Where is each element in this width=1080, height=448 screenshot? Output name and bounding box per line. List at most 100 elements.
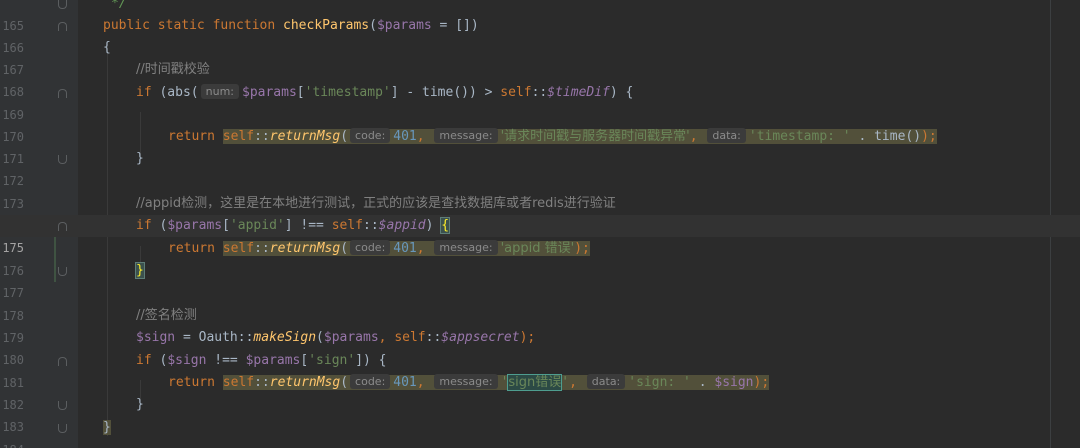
- punct: ::: [254, 129, 270, 144]
- fold-icon[interactable]: [58, 424, 67, 433]
- fold-icon[interactable]: [58, 0, 67, 9]
- string: 'timestamp': [304, 85, 391, 100]
- code-line[interactable]: 173: [0, 171, 1080, 211]
- param-hint: data:: [586, 374, 626, 389]
- code-line[interactable]: 181 if ($sign !== $params['sign']) {: [0, 350, 1080, 390]
- variable: $sign: [714, 375, 754, 390]
- code-line[interactable]: 167 {: [0, 37, 1080, 77]
- fold-icon[interactable]: [58, 357, 67, 366]
- punct: );: [921, 129, 937, 144]
- string: 'sign': [308, 353, 356, 368]
- punct: !==: [206, 353, 246, 368]
- punct: ::: [254, 241, 270, 256]
- self-keyword: self: [331, 218, 364, 233]
- punct: (abs(: [151, 85, 199, 100]
- function-call: time(): [874, 129, 922, 144]
- code-line-current[interactable]: 175 if ($params['appid'] !== self::$appi…: [0, 215, 1080, 260]
- punct: = Oauth::: [175, 330, 254, 345]
- keyword: if: [136, 85, 152, 100]
- fold-icon[interactable]: [58, 222, 67, 231]
- punct: ,: [416, 129, 425, 144]
- punct: [: [296, 85, 305, 100]
- code-line[interactable]: 165 */: [0, 0, 1080, 33]
- param-hint: message:: [434, 240, 498, 255]
- code-line[interactable]: 172 }: [0, 148, 1080, 188]
- fold-icon[interactable]: [58, 155, 67, 164]
- punct: [: [222, 218, 230, 233]
- variable: $params: [242, 85, 297, 100]
- static-property: $appid: [378, 218, 426, 233]
- punct: ::: [531, 85, 548, 100]
- param-hint: message:: [434, 128, 498, 143]
- code-line[interactable]: 180 $sign = Oauth::makeSign($params, sel…: [0, 327, 1080, 367]
- self-keyword: self: [222, 129, 255, 144]
- punct: = []): [431, 18, 479, 33]
- variable: $sign: [136, 330, 176, 345]
- self-keyword: self: [394, 330, 426, 345]
- text-caret: [449, 217, 451, 232]
- fold-icon[interactable]: [58, 401, 67, 410]
- punct: .: [850, 129, 875, 144]
- brace: {: [103, 40, 111, 55]
- string: 'appid': [229, 218, 285, 233]
- self-keyword: self: [222, 241, 255, 256]
- punct: (: [369, 18, 377, 33]
- variable: $params: [167, 218, 223, 233]
- punct: ,: [689, 129, 698, 144]
- comment: //时间戳校验: [136, 62, 210, 77]
- matched-brace: {: [440, 217, 451, 234]
- code-line[interactable]: 182 return self::returnMsg(code: 401, mes…: [0, 372, 1080, 412]
- code-line[interactable]: 171 return self::returnMsg(code: 401, mes…: [0, 126, 1080, 166]
- punct: (: [151, 353, 168, 368]
- code-line[interactable]: 174 //appid检测，这里是在本地进行测试，正式的应该是查找数据库或者re…: [0, 193, 1080, 233]
- keyword: public static function: [103, 18, 276, 33]
- string: '请求时间戳与服务器时间戳异常': [500, 129, 690, 144]
- punct: ,: [416, 241, 425, 256]
- keyword: if: [136, 353, 152, 368]
- fold-icon[interactable]: [58, 22, 67, 31]
- punct: (: [340, 241, 349, 256]
- punct: (: [316, 330, 324, 345]
- fold-icon[interactable]: [58, 267, 67, 276]
- punct: ,: [569, 375, 577, 390]
- code-line[interactable]: 176 return self::returnMsg(code: 401, mes…: [0, 238, 1080, 278]
- keyword: return: [168, 241, 215, 256]
- string: 'appid 错误': [500, 241, 575, 256]
- code-line[interactable]: 178: [0, 283, 1080, 323]
- number: 401: [393, 375, 417, 390]
- code-line[interactable]: 184 }: [0, 417, 1080, 448]
- number: 401: [393, 241, 417, 256]
- code-line[interactable]: 166 public static function checkParams($…: [0, 15, 1080, 55]
- param-hint: data:: [707, 128, 746, 143]
- param-hint: message:: [434, 374, 498, 389]
- code-line[interactable]: 169 if (abs(num: $params['timestamp'] - t…: [0, 82, 1080, 122]
- brace: }: [103, 420, 111, 435]
- code-editor[interactable]: 165 */ 166 public static function checkP…: [0, 0, 1080, 448]
- param-hint: num:: [200, 84, 239, 99]
- code-line[interactable]: 179 //签名检测: [0, 305, 1080, 345]
- punct: (: [340, 129, 349, 144]
- code-line[interactable]: 183 }: [0, 394, 1080, 434]
- punct: .: [690, 375, 715, 390]
- code-line[interactable]: 168 //时间戳校验: [0, 59, 1080, 99]
- function-name: checkParams: [283, 18, 370, 33]
- punct: ::: [254, 375, 270, 390]
- fold-icon[interactable]: [58, 89, 67, 98]
- code-line[interactable]: 170: [0, 104, 1080, 144]
- punct: ] - time()) >: [390, 85, 501, 100]
- keyword: return: [168, 375, 215, 390]
- static-property: $appsecret: [441, 330, 520, 345]
- comment: //appid检测，这里是在本地进行测试，正式的应该是查找数据库或者redis进…: [136, 196, 616, 211]
- selected-string: sign错误: [507, 374, 563, 391]
- variable: $params: [376, 18, 432, 33]
- punct: ) {: [609, 85, 634, 100]
- punct: (: [340, 375, 349, 390]
- method-name: returnMsg: [269, 241, 341, 256]
- punct: );: [519, 330, 536, 345]
- param-hint: code:: [350, 374, 391, 389]
- punct: ,: [416, 375, 425, 390]
- code-line[interactable]: 177 }: [0, 260, 1080, 300]
- punct: ::: [363, 218, 379, 233]
- matched-brace: }: [135, 262, 145, 279]
- brace: }: [136, 151, 144, 166]
